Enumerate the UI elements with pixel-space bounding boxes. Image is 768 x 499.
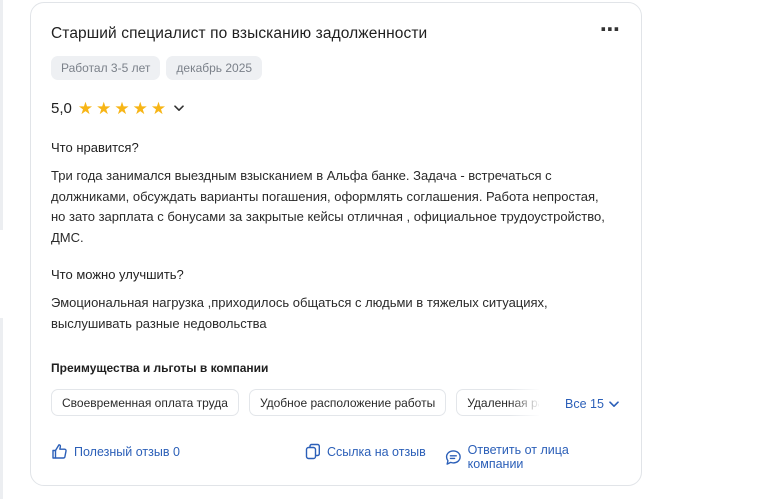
likes-text: Три года занимался выездным взысканием в… (51, 168, 605, 245)
chevron-down-icon (609, 400, 619, 407)
likes-title: Что нравится? (51, 140, 139, 155)
copy-icon (305, 443, 320, 460)
review-tags: Работал 3-5 лет декабрь 2025 (51, 56, 263, 80)
copy-link-label: Ссылка на отзыв (327, 444, 426, 459)
benefits-list: Своевременная оплата труда Удобное распо… (51, 389, 539, 417)
chat-bubble-icon (445, 449, 461, 465)
benefits-fade (509, 389, 541, 417)
improve-title: Что можно улучшить? (51, 267, 184, 282)
chevron-down-icon[interactable] (174, 99, 184, 117)
star-icon: ★ (77, 98, 94, 118)
show-all-label: Все 15 (565, 397, 604, 411)
more-options-icon[interactable]: ⋯ (600, 20, 621, 40)
reply-label: Ответить от лица компании (467, 443, 569, 471)
improve-text: Эмоциональная нагрузка ,приходилось обща… (51, 295, 548, 331)
star-icon: ★ (114, 98, 130, 118)
star-icon: ★ (96, 98, 112, 118)
left-edge-divider-lower (0, 318, 3, 499)
thumbs-up-icon (52, 444, 67, 459)
benefits-title: Преимущества и льготы в компании (51, 361, 269, 375)
helpful-label: Полезный отзыв 0 (74, 444, 180, 459)
rating-value: 5,0 (51, 99, 72, 117)
tag-experience: Работал 3-5 лет (51, 56, 161, 80)
review-card: Старший специалист по взысканию задолжен… (30, 2, 642, 486)
helpful-button[interactable]: Полезный отзыв 0 (51, 443, 180, 460)
rating[interactable]: 5,0 ★ ★ ★ ★ ★ (51, 99, 184, 117)
review-title: Старший специалист по взысканию задолжен… (51, 25, 428, 42)
copy-link-button[interactable]: Ссылка на отзыв (305, 443, 426, 460)
star-icon: ★ (132, 98, 148, 118)
review-actions: Полезный отзыв 0 Ссылка на отзыв Ответит… (51, 443, 625, 471)
star-icon: ★ (150, 98, 167, 118)
rating-stars: ★ ★ ★ ★ ★ (78, 100, 166, 117)
tag-date: декабрь 2025 (166, 56, 263, 80)
benefit-chip[interactable]: Удобное расположение работы (248, 389, 447, 416)
show-all-benefits-button[interactable]: Все 15 (565, 397, 619, 411)
benefit-chip[interactable]: Своевременная оплата труда (51, 389, 239, 416)
reply-as-company-button[interactable]: Ответить от лица компании (445, 443, 625, 471)
left-edge-divider (0, 0, 3, 230)
